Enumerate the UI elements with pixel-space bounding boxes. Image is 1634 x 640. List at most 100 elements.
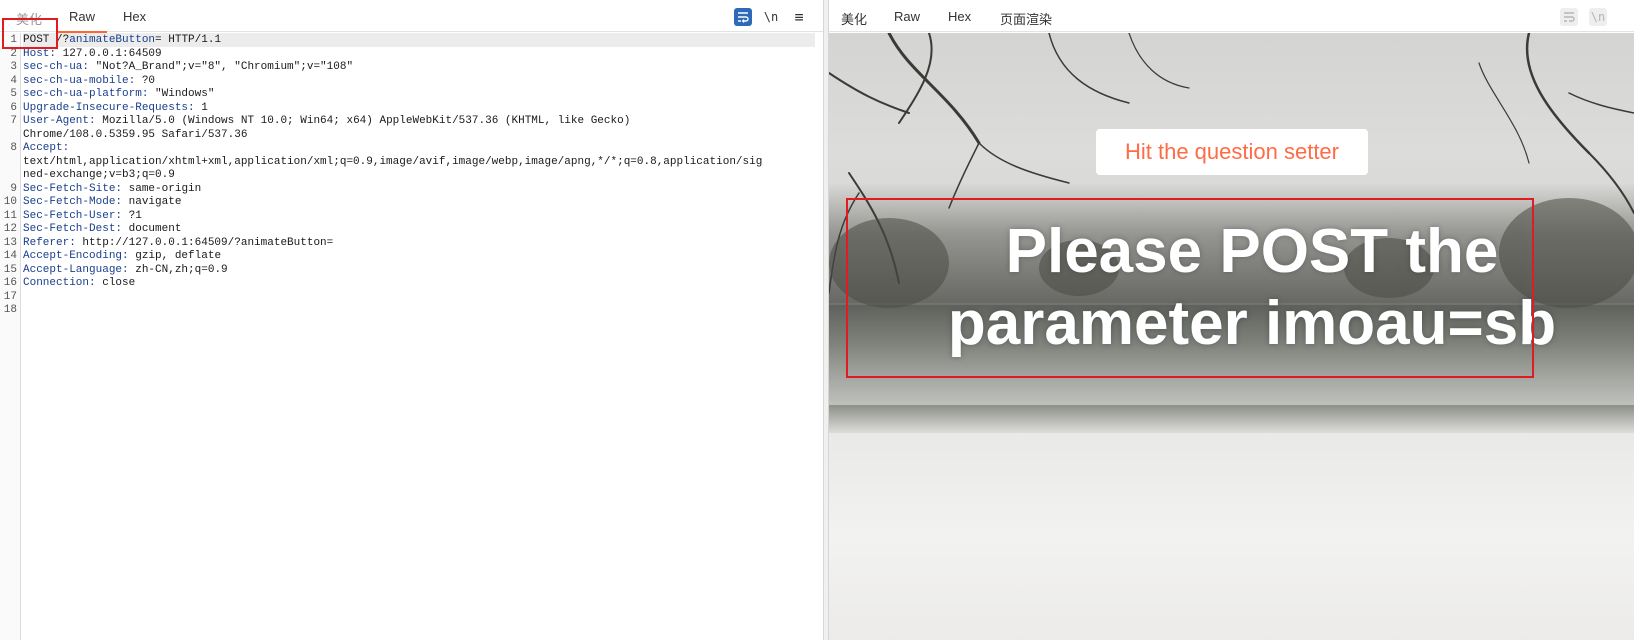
header-value: 127.0.0.1:64509 xyxy=(56,48,162,60)
rendered-headline: Please POST the parameter imoau=sb xyxy=(882,216,1622,360)
header-name: User-Agent: xyxy=(23,115,96,127)
header-value: 1 xyxy=(194,102,208,114)
line-number: 2 xyxy=(10,48,17,60)
header-name: Sec-Fetch-User: xyxy=(23,210,123,222)
line-number: 14 xyxy=(3,250,17,262)
request-line[interactable]: Accept-Encoding: gzip, deflate xyxy=(23,249,815,263)
line-number: 7 xyxy=(10,115,17,127)
line-number: 3 xyxy=(10,61,17,73)
request-line[interactable]: Sec-Fetch-Dest: document xyxy=(23,222,815,236)
line-number xyxy=(0,155,20,169)
menu-icon[interactable]: ≡ xyxy=(790,8,808,26)
request-line[interactable]: Connection: close xyxy=(23,276,815,290)
headline-line-1: Please POST the xyxy=(1005,217,1499,286)
wrap-lines-icon[interactable] xyxy=(734,8,752,26)
request-line[interactable]: Sec-Fetch-User: ?1 xyxy=(23,209,815,223)
line-number: 10 xyxy=(3,196,17,208)
request-pane: 美化 Raw Hex \n ≡ 1 2 3 4 5 6 7 8 9 10 11 12 13 14 15 16 1… xyxy=(0,0,823,640)
newline-toggle-button[interactable]: \n xyxy=(1589,8,1607,26)
request-line[interactable]: Sec-Fetch-Mode: navigate xyxy=(23,195,815,209)
line-number: 16 xyxy=(3,277,17,289)
line-number: 15 xyxy=(3,264,17,276)
line-number: 4 xyxy=(10,75,17,87)
tab-beautify[interactable]: 美化 xyxy=(16,9,42,28)
request-line[interactable]: Sec-Fetch-Site: same-origin xyxy=(23,182,815,196)
line-number: 9 xyxy=(10,183,17,195)
request-line[interactable]: sec-ch-ua: "Not?A_Brand";v="8", "Chromiu… xyxy=(23,60,815,74)
request-code-area[interactable]: POST /?animateButton= HTTP/1.1 Host: 127.… xyxy=(23,33,815,640)
request-line[interactable] xyxy=(23,303,815,317)
request-line[interactable]: ned-exchange;v=b3;q=0.9 xyxy=(23,168,815,182)
header-name: Accept-Language: xyxy=(23,264,129,276)
request-line[interactable]: Accept: xyxy=(23,141,815,155)
header-name: Accept-Encoding: xyxy=(23,250,129,262)
header-value: document xyxy=(122,223,182,235)
snowy-ground xyxy=(829,433,1634,640)
request-line[interactable]: sec-ch-ua-mobile: ?0 xyxy=(23,74,815,88)
request-line[interactable]: Upgrade-Insecure-Requests: 1 xyxy=(23,101,815,115)
header-value: navigate xyxy=(122,196,182,208)
header-value: Mozilla/5.0 (Windows NT 10.0; Win64; x64… xyxy=(95,115,631,127)
header-name: Upgrade-Insecure-Requests: xyxy=(23,102,195,114)
request-line[interactable]: sec-ch-ua-platform: "Windows" xyxy=(23,87,815,101)
line-number: 18 xyxy=(3,304,17,316)
line-number: 12 xyxy=(3,223,17,235)
rendered-page: Hit the question setter Please POST the … xyxy=(829,33,1634,640)
header-name: sec-ch-ua-platform: xyxy=(23,88,149,100)
header-name: Sec-Fetch-Site: xyxy=(23,183,123,195)
line-number: 1 xyxy=(10,34,17,46)
header-value: ?1 xyxy=(122,210,142,222)
header-value: same-origin xyxy=(122,183,202,195)
request-line[interactable]: User-Agent: Mozilla/5.0 (Windows NT 10.0… xyxy=(23,114,815,128)
header-name: Connection: xyxy=(23,277,96,289)
line-number xyxy=(0,128,20,142)
request-line[interactable] xyxy=(23,290,815,304)
line-number: 5 xyxy=(10,88,17,100)
line-number: 6 xyxy=(10,102,17,114)
request-line[interactable]: text/html,application/xhtml+xml,applicat… xyxy=(23,155,815,169)
line-number-gutter: 1 2 3 4 5 6 7 8 9 10 11 12 13 14 15 16 17 18 xyxy=(0,33,21,640)
header-value: gzip, deflate xyxy=(128,250,222,262)
path-prefix: /? xyxy=(49,34,70,46)
header-value: "Not?A_Brand";v="8", "Chromium";v="108" xyxy=(89,61,354,73)
header-name: Referer: xyxy=(23,237,76,249)
response-pane: 美化 Raw Hex 页面渲染 \n Hit the question sett… xyxy=(829,0,1634,640)
header-name: Sec-Fetch-Dest: xyxy=(23,223,123,235)
line-number: 11 xyxy=(3,210,17,222)
header-name: sec-ch-ua-mobile: xyxy=(23,75,136,87)
header-value: zh-CN,zh;q=0.9 xyxy=(128,264,228,276)
request-tabbar: 美化 Raw Hex \n ≡ xyxy=(0,0,823,33)
header-value: close xyxy=(95,277,136,289)
query-param-name: animateButton xyxy=(69,34,156,46)
header-name: Sec-Fetch-Mode: xyxy=(23,196,123,208)
tab-hex[interactable]: Hex xyxy=(123,9,146,24)
header-value: ?0 xyxy=(135,75,156,87)
hit-question-setter-button[interactable]: Hit the question setter xyxy=(1096,129,1368,175)
header-value: "Windows" xyxy=(148,88,215,100)
tab-raw[interactable]: Raw xyxy=(56,9,108,33)
header-value: Chrome/108.0.5359.95 Safari/537.36 xyxy=(23,129,248,141)
request-line[interactable]: Host: 127.0.0.1:64509 xyxy=(23,47,815,61)
header-value: http://127.0.0.1:64509/?animateButton= xyxy=(75,237,334,249)
line-number: 8 xyxy=(10,142,17,154)
header-name: Host: xyxy=(23,48,57,60)
tab-hex[interactable]: Hex xyxy=(948,9,971,24)
request-line[interactable]: Chrome/108.0.5359.95 Safari/537.36 xyxy=(23,128,815,142)
line-number: 17 xyxy=(3,291,17,303)
request-editor[interactable]: 1 2 3 4 5 6 7 8 9 10 11 12 13 14 15 16 17 18 POST /?anima… xyxy=(0,33,823,640)
response-tabbar: 美化 Raw Hex 页面渲染 \n xyxy=(829,0,1634,37)
headline-line-2: parameter imoau=sb xyxy=(947,289,1557,358)
header-value: ned-exchange;v=b3;q=0.9 xyxy=(23,169,175,181)
request-line[interactable]: POST /?animateButton= HTTP/1.1 xyxy=(23,33,815,47)
header-name: Accept: xyxy=(23,142,70,154)
tab-render[interactable]: 页面渲染 xyxy=(987,9,1065,37)
tab-beautify[interactable]: 美化 xyxy=(841,9,867,28)
request-line-tail: = HTTP/1.1 xyxy=(155,34,222,46)
tab-raw[interactable]: Raw xyxy=(894,9,920,24)
request-line[interactable]: Referer: http://127.0.0.1:64509/?animate… xyxy=(23,236,815,250)
wrap-lines-icon[interactable] xyxy=(1560,8,1578,26)
line-number: 13 xyxy=(3,237,17,249)
newline-toggle-button[interactable]: \n xyxy=(762,8,780,26)
line-number xyxy=(0,168,20,182)
request-line[interactable]: Accept-Language: zh-CN,zh;q=0.9 xyxy=(23,263,815,277)
